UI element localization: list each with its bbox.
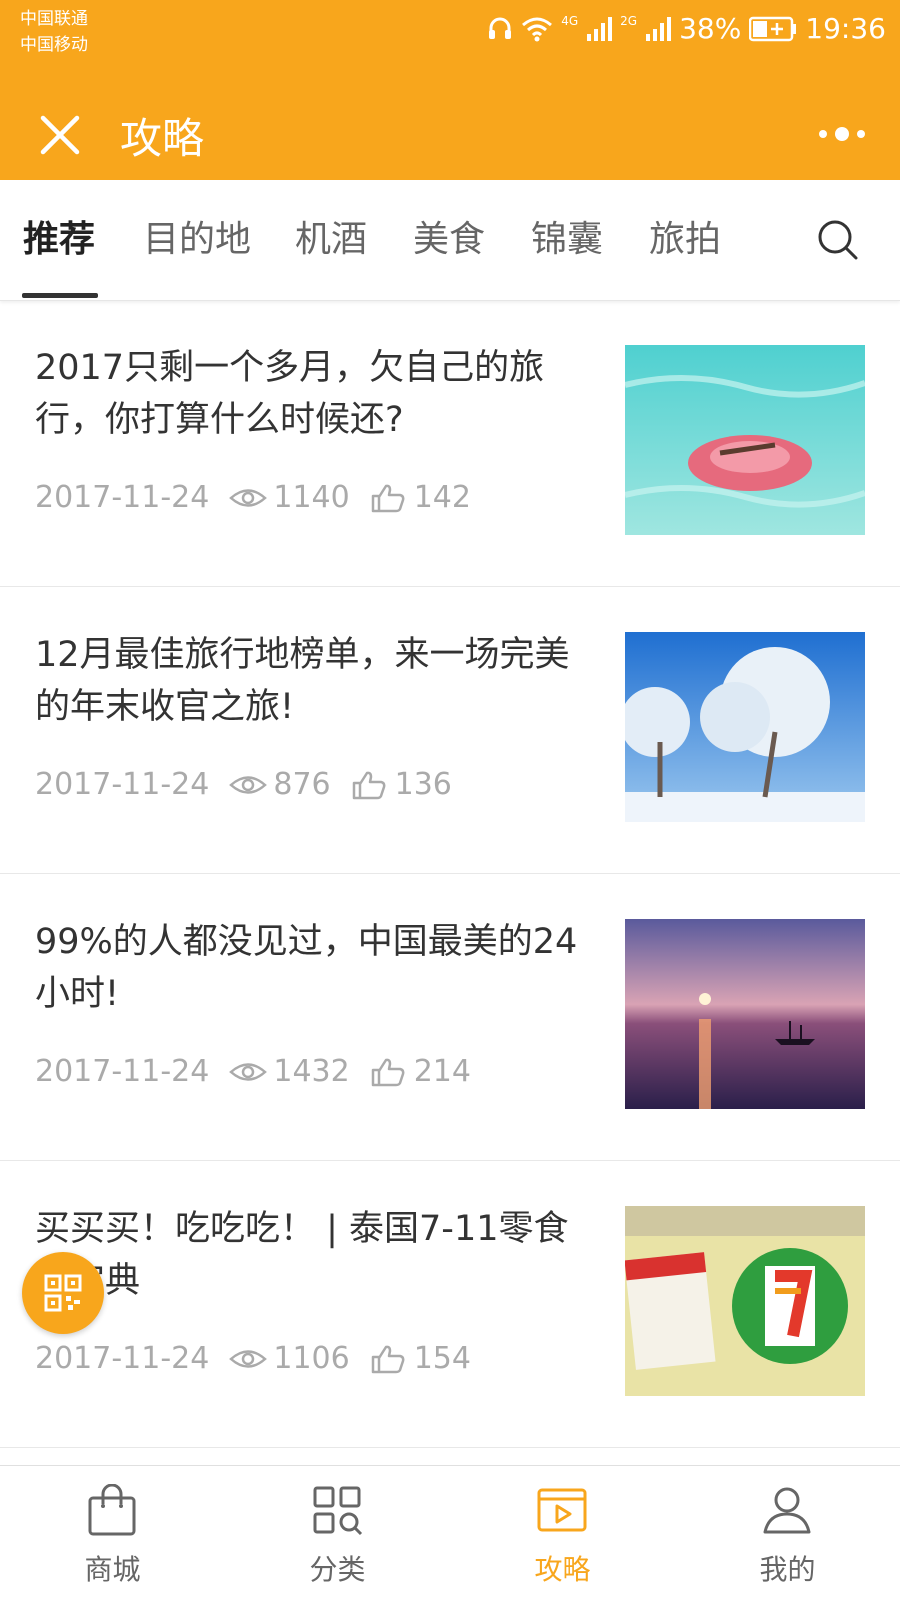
video-play-icon	[537, 1488, 587, 1532]
qr-code-button[interactable]	[22, 1252, 104, 1334]
like-count: 136	[394, 767, 452, 802]
category-tabs: 推荐 目的地 机酒 美食 锦囊 旅拍	[0, 180, 900, 301]
status-icons: 4G 2G 38% 19:36	[487, 12, 886, 45]
article-item[interactable]: 99%的人都没见过，中国最美的24小时! 2017-11-24 1432 214	[0, 874, 900, 1161]
thumbs-up-icon	[371, 1058, 405, 1086]
close-icon	[40, 115, 80, 155]
close-button[interactable]	[30, 105, 90, 165]
article-date: 2017-11-24	[35, 767, 210, 802]
carrier-info: 中国联通 中国移动	[20, 6, 88, 58]
thumbs-up-icon	[371, 484, 405, 512]
clock: 19:36	[805, 12, 886, 45]
more-dots-icon	[819, 127, 865, 141]
search-icon[interactable]	[816, 218, 860, 262]
battery-percent: 38%	[679, 12, 742, 45]
qr-code-icon	[44, 1274, 82, 1312]
top-bar: 中国联通 中国移动 4G 2G 38% 19:36 攻略	[0, 0, 900, 180]
like-count: 214	[413, 1054, 471, 1089]
article-meta: 2017-11-24 876 136	[35, 767, 472, 802]
article-date: 2017-11-24	[35, 480, 210, 515]
pool-float-photo	[625, 345, 865, 535]
eye-icon	[229, 775, 268, 794]
page-title: 攻略	[120, 113, 205, 163]
carrier-1: 中国联通	[20, 9, 88, 29]
article-date: 2017-11-24	[35, 1054, 210, 1089]
seven-eleven-sign-photo	[625, 1206, 865, 1396]
network-type-1: 4G	[561, 13, 579, 28]
article-item[interactable]: 12月最佳旅行地榜单，来一场完美的年末收官之旅! 2017-11-24 876 …	[0, 587, 900, 874]
article-item[interactable]: 2017只剩一个多月，欠自己的旅行，你打算什么时候还? 2017-11-24 1…	[0, 300, 900, 587]
signal-icon-1	[587, 16, 613, 41]
article-title: 99%的人都没见过，中国最美的24小时!	[35, 922, 578, 1014]
nav-label-guide: 攻略	[534, 1553, 591, 1586]
category-grid-icon	[313, 1486, 363, 1536]
nav-label-category: 分类	[309, 1553, 366, 1586]
article-date: 2017-11-24	[35, 1341, 210, 1376]
network-type-2: 2G	[620, 13, 638, 28]
nav-label-me: 我的	[759, 1553, 816, 1586]
tab-food[interactable]: 美食	[413, 210, 485, 262]
tab-recommend[interactable]: 推荐	[23, 210, 95, 262]
thumbs-up-icon	[352, 771, 386, 799]
more-button[interactable]	[814, 114, 870, 154]
view-count: 1432	[273, 1054, 350, 1089]
view-count: 876	[273, 767, 331, 802]
tab-destination[interactable]: 目的地	[143, 210, 251, 262]
nav-item-guide[interactable]: 攻略	[450, 1466, 675, 1601]
article-meta: 2017-11-24 1432 214	[35, 1054, 491, 1089]
bottom-nav: 商城 分类 攻略 我的	[0, 1465, 900, 1601]
nav-item-category[interactable]: 分类	[225, 1466, 450, 1601]
article-item[interactable]: 买买买！吃吃吃！ | 泰国7-11零食大宝典 2017-11-24 1106 1…	[0, 1161, 900, 1448]
like-count: 154	[413, 1341, 471, 1376]
like-count: 142	[413, 480, 471, 515]
header: 攻略	[0, 90, 900, 180]
article-list: 2017只剩一个多月，欠自己的旅行，你打算什么时候还? 2017-11-24 1…	[0, 300, 900, 1448]
article-meta: 2017-11-24 1106 154	[35, 1341, 491, 1376]
nav-item-me[interactable]: 我的	[675, 1466, 900, 1601]
article-title: 买买买！吃吃吃！ | 泰国7-11零食大宝典	[35, 1209, 569, 1301]
battery-icon	[749, 16, 797, 42]
signal-icon-2	[646, 16, 672, 41]
eye-icon	[229, 1062, 268, 1081]
user-icon	[763, 1487, 811, 1534]
eye-icon	[229, 1349, 268, 1368]
nav-item-mall[interactable]: 商城	[0, 1466, 225, 1601]
wifi-icon	[522, 17, 553, 41]
active-tab-indicator	[22, 293, 98, 298]
carrier-2: 中国移动	[20, 35, 88, 55]
view-count: 1106	[273, 1341, 350, 1376]
tab-flight-hotel[interactable]: 机酒	[295, 210, 367, 262]
tab-travel-photo[interactable]: 旅拍	[649, 210, 721, 262]
shopping-bag-icon	[88, 1484, 136, 1536]
tab-tips[interactable]: 锦囊	[531, 210, 603, 262]
sunset-sea-boat-photo	[625, 919, 865, 1109]
snowy-trees-photo	[625, 632, 865, 822]
thumbs-up-icon	[371, 1345, 405, 1373]
headset-icon	[489, 17, 512, 39]
article-meta: 2017-11-24 1140 142	[35, 480, 491, 515]
eye-icon	[229, 488, 268, 507]
view-count: 1140	[273, 480, 350, 515]
article-title: 2017只剩一个多月，欠自己的旅行，你打算什么时候还?	[35, 348, 545, 440]
article-title: 12月最佳旅行地榜单，来一场完美的年末收官之旅!	[35, 635, 570, 727]
nav-label-mall: 商城	[84, 1553, 141, 1586]
